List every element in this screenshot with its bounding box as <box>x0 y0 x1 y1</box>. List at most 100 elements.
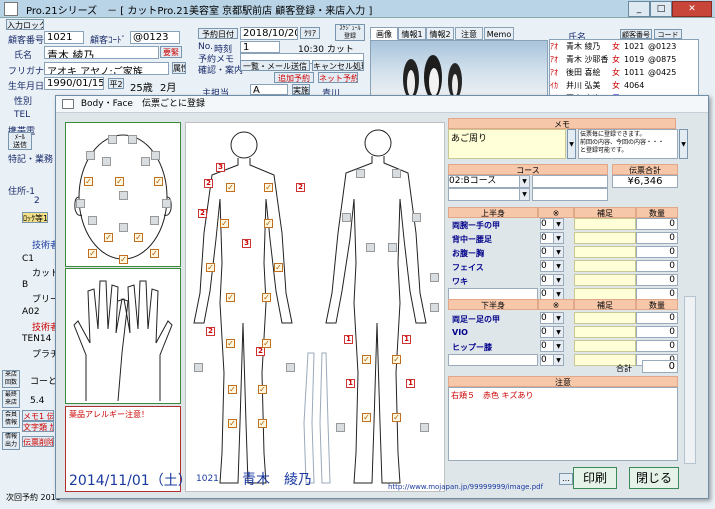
face-box[interactable] <box>162 199 171 208</box>
memo-field[interactable]: あご周り <box>448 129 566 159</box>
body-checkbox[interactable]: ✓ <box>228 419 237 428</box>
course-note-2[interactable] <box>532 188 608 201</box>
slip-delete-button[interactable]: 伝票削除 <box>22 436 54 447</box>
list-mail-button[interactable]: 一覧・メール送信 <box>240 60 310 71</box>
renraku-button[interactable]: 属性 <box>172 62 186 74</box>
upper-x-select[interactable]: 0 ▼ <box>540 232 564 244</box>
body-checkbox[interactable]: ✓ <box>258 385 267 394</box>
face-checkbox[interactable]: ✓ <box>115 177 124 186</box>
chevron-down-icon[interactable]: ▼ <box>519 189 529 200</box>
area-count-tag[interactable]: 2 <box>206 327 215 336</box>
body-checkbox[interactable]: ✓ <box>362 413 371 422</box>
net-reserve-button[interactable]: ネット予約 <box>318 72 358 83</box>
lower-x-select[interactable]: 0 ▼ <box>540 312 564 324</box>
customer-code-field[interactable]: @0123 <box>130 31 180 44</box>
body-checkbox[interactable]: ✓ <box>262 293 271 302</box>
tab-memo[interactable]: Memo <box>484 27 514 40</box>
face-box[interactable] <box>151 151 160 160</box>
caution-field[interactable]: 右頬５ 赤色 キズあり <box>448 387 678 461</box>
memo1-button[interactable]: メモ1 伝 <box>22 410 54 421</box>
area-count-tag[interactable]: 1 <box>402 335 411 344</box>
face-checkbox[interactable]: ✓ <box>84 177 93 186</box>
upper-note-field[interactable] <box>574 274 636 286</box>
area-count-tag[interactable]: 3 <box>242 239 251 248</box>
body-checkbox[interactable]: ✓ <box>264 219 273 228</box>
body-checkbox[interactable]: ✓ <box>226 183 235 192</box>
body-checkbox[interactable]: ✓ <box>206 263 215 272</box>
upper-note-field[interactable] <box>574 246 636 258</box>
lower-x-select[interactable]: 0 ▼ <box>540 354 564 366</box>
face-box[interactable] <box>150 216 159 225</box>
info-output-button[interactable]: 情報 出力 <box>2 432 20 450</box>
list-header-code[interactable]: 顧客番号 <box>620 29 652 39</box>
visit-count-button[interactable]: 来店 回数 <box>2 370 20 388</box>
upper-qty-field[interactable]: 0 <box>636 260 678 272</box>
body-box[interactable] <box>194 363 203 372</box>
lower-extra-field[interactable] <box>448 354 538 366</box>
extra-button[interactable]: … <box>559 473 573 485</box>
body-checkbox[interactable]: ✓ <box>274 263 283 272</box>
list-item[interactable]: ｱｵ 青木 綾乃女 1021 @0123 <box>550 40 698 53</box>
face-checkbox[interactable]: ✓ <box>104 233 113 242</box>
memo-dropdown[interactable]: ▼ <box>567 129 576 159</box>
area-count-tag[interactable]: 1 <box>346 379 355 388</box>
clear-button[interactable]: ｸﾘｱ <box>300 27 320 39</box>
face-box[interactable] <box>141 157 150 166</box>
upper-x-select[interactable]: 0 ▼ <box>540 260 564 272</box>
area-count-tag[interactable]: 2 <box>296 183 305 192</box>
face-box[interactable] <box>86 151 95 160</box>
tab-info2[interactable]: 情報2 <box>426 27 454 40</box>
body-checkbox[interactable]: ✓ <box>258 419 267 428</box>
area-count-tag[interactable]: 2 <box>256 347 265 356</box>
face-box[interactable] <box>119 191 128 200</box>
course-select[interactable]: 02:Bコース ▼ <box>448 175 530 188</box>
chevron-down-icon[interactable]: ▼ <box>553 355 563 365</box>
area-count-tag[interactable]: 2 <box>198 209 207 218</box>
cancel-process-button[interactable]: キャンセル処理 <box>312 60 364 71</box>
upper-qty-field[interactable]: 0 <box>636 274 678 286</box>
upper-x-select[interactable]: 0 ▼ <box>540 246 564 258</box>
area-count-tag[interactable]: 1 <box>344 335 353 344</box>
schedule-button[interactable]: ｽｹｼﾞｭｰﾙ 登録 <box>335 24 365 41</box>
close-button[interactable]: ✕ <box>672 1 712 17</box>
body-checkbox[interactable]: ✓ <box>392 413 401 422</box>
body-box[interactable] <box>412 213 421 222</box>
customer-no-field[interactable]: 1021 <box>44 31 84 44</box>
chevron-down-icon[interactable]: ▼ <box>519 176 529 187</box>
upper-qty-field[interactable]: 0 <box>636 246 678 258</box>
face-checkbox[interactable]: ✓ <box>154 177 163 186</box>
face-checkbox[interactable]: ✓ <box>88 249 97 258</box>
course-select-2[interactable]: ▼ <box>448 188 530 201</box>
lower-note-field[interactable] <box>574 340 636 352</box>
name-field[interactable]: 青木 綾乃 <box>44 46 159 59</box>
area-count-tag[interactable]: 3 <box>216 163 225 172</box>
minimize-button[interactable]: _ <box>628 1 650 17</box>
chevron-down-icon[interactable]: ▼ <box>553 247 563 257</box>
lower-qty-field[interactable]: 0 <box>636 312 678 324</box>
upper-qty-field[interactable]: 0 <box>636 218 678 230</box>
body-box[interactable] <box>356 169 365 178</box>
close-dialog-button[interactable]: 閉じる <box>629 467 679 489</box>
area-count-tag[interactable]: 1 <box>406 379 415 388</box>
memo2-button[interactable]: 文字類 加 <box>22 421 54 432</box>
upper-note-field[interactable] <box>574 218 636 230</box>
maximize-button[interactable]: □ <box>650 1 672 17</box>
add-reserve-button[interactable]: 追加予約 <box>274 72 314 83</box>
chevron-down-icon[interactable]: ▼ <box>553 233 563 243</box>
body-box[interactable] <box>430 303 439 312</box>
chevron-down-icon[interactable]: ▼ <box>553 327 563 337</box>
body-checkbox[interactable]: ✓ <box>264 183 273 192</box>
staff-select[interactable]: A <box>250 84 288 95</box>
birth-field[interactable]: 1990/01/15 <box>44 77 104 90</box>
note-dropdown[interactable]: ▼ <box>679 129 688 159</box>
course-note[interactable] <box>532 175 608 188</box>
list-item[interactable]: ｱｵ 青木 沙耶香女 1019 @0875 <box>550 53 698 66</box>
lower-qty-field[interactable]: 0 <box>636 326 678 338</box>
body-box[interactable] <box>420 423 429 432</box>
body-box[interactable] <box>430 273 439 282</box>
upper-note-field[interactable] <box>574 260 636 272</box>
face-box[interactable] <box>119 223 128 232</box>
body-checkbox[interactable]: ✓ <box>262 339 271 348</box>
body-checkbox[interactable]: ✓ <box>228 385 237 394</box>
mail-send-button[interactable]: ﾒｰﾙ 送信 <box>8 132 32 150</box>
